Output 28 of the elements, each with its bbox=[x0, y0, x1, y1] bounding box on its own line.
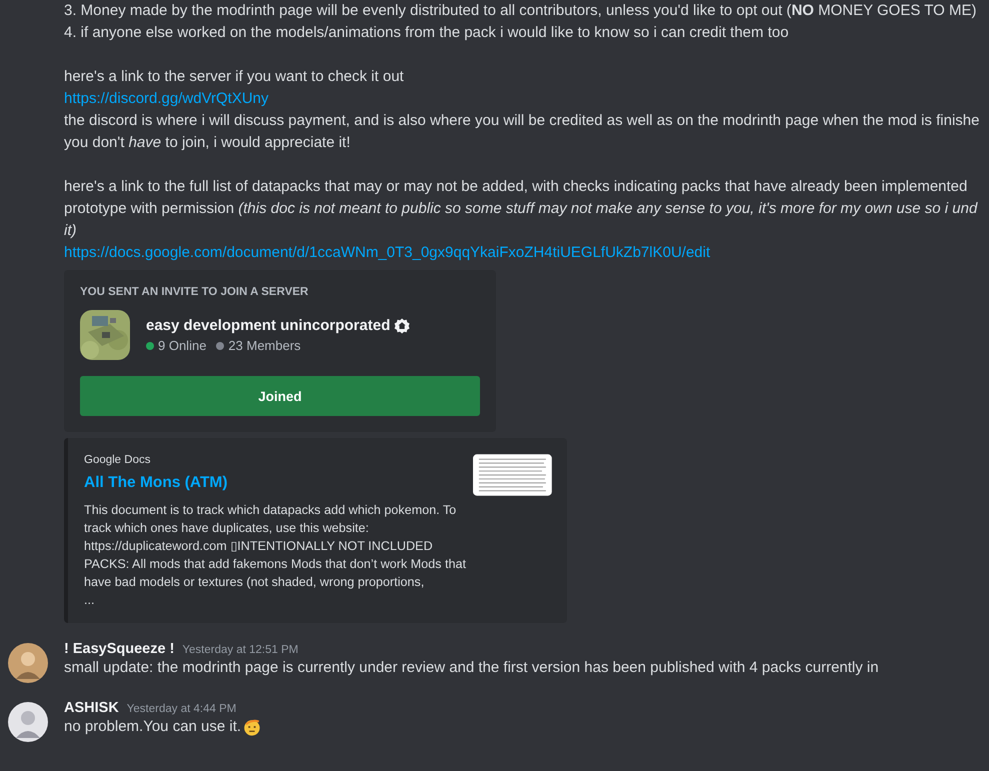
message-text: no problem.You can use it. bbox=[64, 717, 242, 737]
ellipsis-text: ... bbox=[84, 592, 96, 609]
message-text: 4. if anyone else worked on the models/animations from the pack i would like to know so i can credit them too bbox=[64, 24, 789, 41]
timestamp: Yesterday at 4:44 PM bbox=[126, 703, 236, 715]
username[interactable]: ! EasySqueeze ! bbox=[64, 641, 174, 657]
joined-button[interactable]: Joined bbox=[80, 376, 480, 416]
server-name: easy development unincorporated bbox=[146, 317, 390, 334]
username[interactable]: ASHISK bbox=[64, 700, 119, 716]
embed-title-link[interactable]: All The Mons (ATM) bbox=[84, 474, 474, 492]
message-text: you don't have to join, i would appreciate it! bbox=[64, 134, 350, 151]
message-text: the discord is where i will discuss payment, and is also where you will be credited as well as on the modrinth page when the mod is finishe bbox=[64, 112, 980, 129]
message-text: small update: the modrinth page is currently under review and the first version has been published with 4 packs currently in bbox=[64, 658, 879, 678]
member-count: 9 Online bbox=[158, 338, 206, 353]
embed-description: This document is to track which datapacks add which pokemon. To track which ones have duplicates, use this website: https://duplicateword.com ▯INTENTIONALLY NOT INCLUDED PACKS: All mods that add fakemons Mods that don’t work Mods that have bad models or textures (not shaded, wrong proportions, bbox=[84, 502, 467, 591]
link[interactable]: https://docs.google.com/document/d/1ccaWNm_0T3_0gx9qqYkaiFxoZH4tiUEGLfUkZb7lK0U/edit bbox=[64, 244, 710, 261]
embed-provider: Google Docs bbox=[84, 454, 152, 466]
avatar[interactable] bbox=[8, 702, 48, 742]
message-text: prototype with permission (this doc is not meant to public so some stuff may not make any sense to you, it's more for my own use so i und bbox=[64, 200, 978, 217]
link[interactable]: https://discord.gg/wdVrQtXUny bbox=[64, 90, 269, 107]
member-count: 23 Members bbox=[228, 338, 301, 353]
timestamp: Yesterday at 12:51 PM bbox=[182, 644, 298, 656]
avatar[interactable] bbox=[8, 643, 48, 683]
message-text: here's a link to the server if you want to check it out bbox=[64, 68, 404, 85]
message-text: it) bbox=[64, 222, 76, 239]
home-badge-icon bbox=[394, 318, 410, 334]
message-text: 3. Money made by the modrinth page will be evenly distributed to all contributors, unless you'd like to opt out (NO MONEY GOES TO ME) bbox=[64, 2, 976, 19]
message-text: here's a link to the full list of datapacks that may or may not be added, with checks indicating packs that have already been implemented bbox=[64, 178, 968, 195]
invite-heading: YOU SENT AN INVITE TO JOIN A SERVER bbox=[80, 286, 310, 298]
